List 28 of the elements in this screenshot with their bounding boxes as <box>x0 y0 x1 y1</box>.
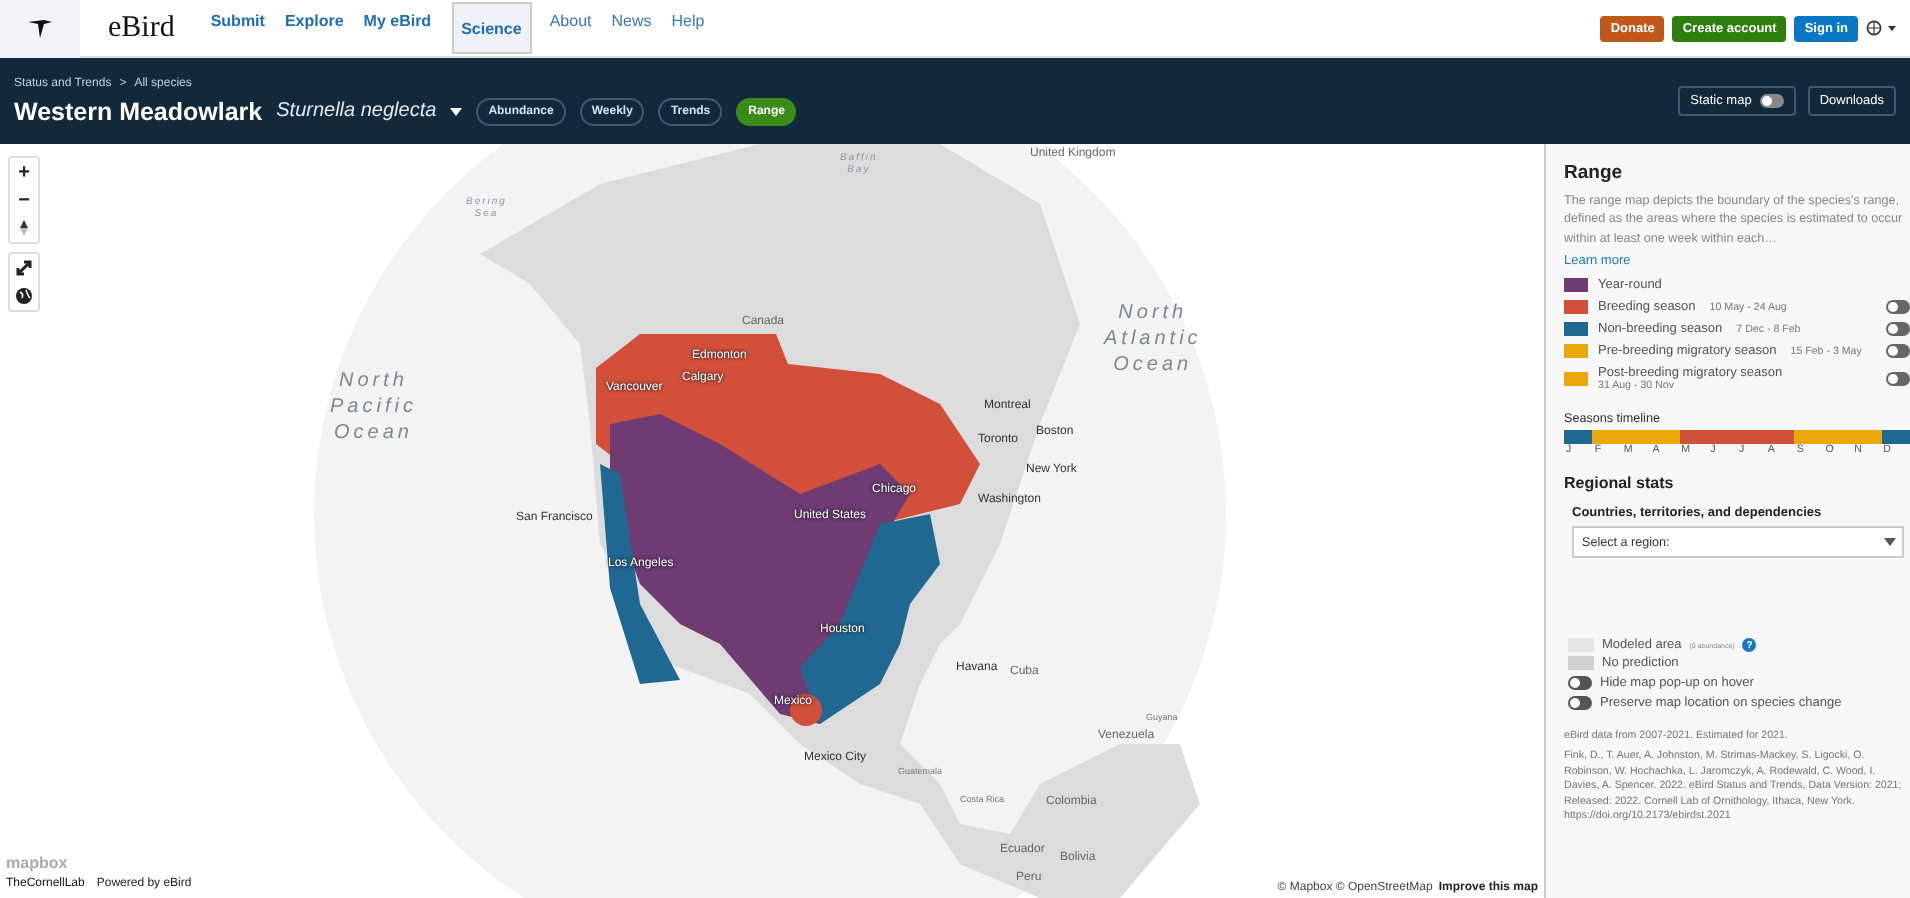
map-label: North Atlantic Ocean <box>1104 300 1202 378</box>
toggle-switch[interactable] <box>1886 344 1910 359</box>
toggle-switch[interactable] <box>1759 94 1784 108</box>
nav-link[interactable]: Science <box>451 2 532 54</box>
toggle-switch[interactable] <box>1568 696 1592 711</box>
globe-icon[interactable] <box>10 282 38 310</box>
legend-swatch <box>1568 638 1594 653</box>
legend-swatch <box>1568 656 1594 671</box>
species-name: Western Meadowlark <box>14 97 263 125</box>
brand-name[interactable]: eBird <box>108 11 175 45</box>
nav-link[interactable]: About <box>541 2 600 54</box>
toggle-switch[interactable] <box>1568 676 1592 691</box>
section-title: Regional stats <box>1564 474 1676 493</box>
panel-title: Range <box>1564 162 1625 184</box>
nav-link[interactable]: News <box>603 2 660 54</box>
map-label: North Pacific Ocean <box>330 368 417 446</box>
toggle-switch[interactable] <box>1886 300 1910 315</box>
toggle-switch[interactable] <box>1886 322 1910 337</box>
caret-icon[interactable] <box>450 107 463 115</box>
toggle-switch[interactable] <box>1886 372 1910 387</box>
scientific-name: Sturnella neglecta <box>276 100 437 122</box>
bird-logo-icon[interactable] <box>26 16 54 40</box>
nav-link[interactable]: Explore <box>276 2 352 54</box>
nav-link[interactable]: Help <box>663 2 713 54</box>
caret-icon <box>1884 538 1896 547</box>
language-globe-icon[interactable] <box>1866 20 1898 36</box>
nav-link[interactable]: My eBird <box>355 2 440 54</box>
nav-link[interactable]: Submit <box>202 2 273 54</box>
